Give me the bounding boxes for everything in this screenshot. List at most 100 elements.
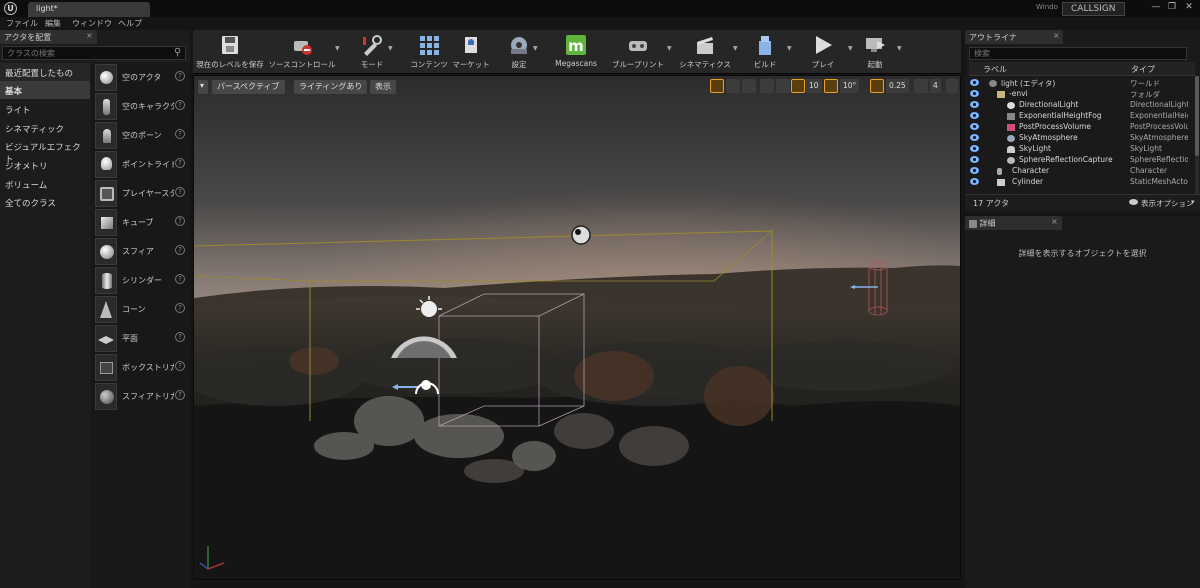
actor-item-point-light[interactable]: ポイントライト ? — [91, 150, 190, 179]
help-icon[interactable]: ? — [175, 390, 185, 400]
marketplace-button[interactable]: マーケット — [451, 30, 491, 74]
close-icon[interactable]: × — [86, 31, 93, 40]
chevron-down-icon[interactable]: ▾ — [1191, 198, 1195, 206]
scrollbar-thumb[interactable] — [1195, 76, 1199, 156]
help-icon[interactable]: ? — [175, 303, 185, 313]
type-column-header[interactable]: タイプ — [1131, 64, 1155, 75]
lit-mode-button[interactable]: ライティングあり — [294, 80, 368, 94]
show-button[interactable]: 表示 — [370, 80, 396, 94]
translate-icon[interactable] — [710, 79, 724, 93]
actor-item-sphere-trigger[interactable]: スフィアトリガー ? — [91, 382, 190, 411]
world-outliner-tab[interactable]: アウトライナ × — [965, 30, 1063, 44]
grid-snap-value[interactable]: 10 — [806, 79, 822, 93]
help-icon[interactable]: ? — [175, 158, 185, 168]
close-icon[interactable]: × — [1053, 31, 1060, 40]
chevron-down-icon[interactable]: ▼ — [787, 45, 794, 52]
level-viewport[interactable]: ▾ パースペクティブ ライティングあり 表示 10 10° 0.25 4 — [193, 75, 961, 580]
visibility-eye-icon[interactable] — [970, 101, 979, 108]
category-lights[interactable]: ライト — [0, 100, 90, 118]
visibility-eye-icon[interactable] — [970, 178, 979, 185]
outliner-row[interactable]: SphereReflectionCapture SphereReflection… — [965, 155, 1200, 166]
menu-edit[interactable]: 編集 — [45, 18, 61, 29]
settings-button[interactable]: 設定 — [501, 30, 537, 74]
place-actors-tab[interactable]: アクタを配置 × — [0, 30, 97, 44]
play-button[interactable]: プレイ — [803, 30, 843, 74]
maximize-button[interactable]: ❐ — [1166, 2, 1178, 12]
details-tab[interactable]: 詳細 × — [965, 216, 1062, 230]
category-geometry[interactable]: ジオメトリ — [0, 156, 90, 174]
actor-item-cylinder[interactable]: シリンダー ? — [91, 266, 190, 295]
search-icon[interactable]: ⚲ — [174, 47, 186, 59]
help-icon[interactable]: ? — [175, 187, 185, 197]
category-all-classes[interactable]: 全てのクラス — [0, 193, 90, 211]
class-search-input[interactable] — [2, 46, 186, 60]
help-icon[interactable]: ? — [175, 274, 185, 284]
outliner-search-input[interactable] — [969, 47, 1187, 60]
outliner-row[interactable]: SkyLight SkyLight — [965, 144, 1200, 155]
outliner-scrollbar[interactable] — [1195, 76, 1199, 194]
label-column-header[interactable]: ラベル — [983, 64, 1007, 75]
chevron-down-icon[interactable]: ▼ — [388, 45, 395, 52]
actor-item-sphere[interactable]: スフィア ? — [91, 237, 190, 266]
chevron-down-icon[interactable]: ▼ — [335, 45, 342, 52]
actor-item-plane[interactable]: 平面 ? — [91, 324, 190, 353]
actor-item-empty-actor[interactable]: 空のアクタ ? — [91, 63, 190, 92]
chevron-down-icon[interactable]: ▼ — [667, 45, 674, 52]
grid-snap-icon[interactable] — [791, 79, 805, 93]
source-control-button[interactable]: ソースコントロール — [267, 30, 337, 74]
chevron-down-icon[interactable]: ▼ — [848, 45, 855, 52]
scale-snap-icon[interactable] — [870, 79, 884, 93]
menu-window[interactable]: ウィンドウ — [72, 18, 112, 29]
minimize-button[interactable]: — — [1150, 2, 1162, 12]
modes-button[interactable]: モード — [351, 30, 393, 74]
outliner-row[interactable]: ExponentialHeightFog ExponentialHeightFo… — [965, 111, 1200, 122]
visibility-eye-icon[interactable] — [970, 112, 979, 119]
viewport-scene[interactable] — [194, 76, 961, 580]
viewport-options-button[interactable]: ▾ — [198, 80, 208, 94]
camera-speed-icon[interactable] — [914, 79, 928, 93]
perspective-button[interactable]: パースペクティブ — [212, 80, 285, 94]
help-icon[interactable]: ? — [175, 71, 185, 81]
visibility-eye-icon[interactable] — [970, 167, 979, 174]
visibility-eye-icon[interactable] — [970, 79, 979, 86]
visibility-eye-icon[interactable] — [970, 134, 979, 141]
outliner-row[interactable]: -envi フォルダ — [965, 89, 1200, 100]
chevron-down-icon[interactable]: ▼ — [733, 45, 740, 52]
actor-item-player-start[interactable]: プレイヤースタート ? — [91, 179, 190, 208]
maximize-viewport-icon[interactable] — [946, 79, 958, 93]
rotation-snap-icon[interactable] — [824, 79, 838, 93]
document-tab[interactable]: light* — [28, 2, 150, 17]
menu-file[interactable]: ファイル — [6, 18, 38, 29]
help-icon[interactable]: ? — [175, 245, 185, 255]
actor-item-box-trigger[interactable]: ボックストリガー ? — [91, 353, 190, 382]
outliner-row[interactable]: PostProcessVolume PostProcessVolume — [965, 122, 1200, 133]
help-icon[interactable]: ? — [175, 216, 185, 226]
scale-icon[interactable] — [742, 79, 756, 93]
view-options-button[interactable]: 表示オプション — [1141, 198, 1194, 209]
close-window-button[interactable]: ✕ — [1183, 2, 1195, 12]
outliner-row[interactable]: SkyAtmosphere SkyAtmosphere — [965, 133, 1200, 144]
outliner-row[interactable]: DirectionalLight DirectionalLight — [965, 100, 1200, 111]
visibility-eye-icon[interactable] — [970, 90, 979, 97]
visibility-eye-icon[interactable] — [970, 156, 979, 163]
category-recent[interactable]: 最近配置したもの — [0, 63, 90, 81]
camera-speed-value[interactable]: 4 — [930, 79, 941, 93]
category-volumes[interactable]: ボリューム — [0, 175, 90, 193]
category-visual-effects[interactable]: ビジュアルエフェクト — [0, 137, 90, 165]
outliner-row[interactable]: Cylinder StaticMeshActor — [965, 177, 1200, 188]
actor-item-empty-pawn[interactable]: 空のポーン ? — [91, 121, 190, 150]
chevron-down-icon[interactable]: ▼ — [533, 45, 540, 52]
help-icon[interactable]: ? — [175, 361, 185, 371]
actor-item-cube[interactable]: キューブ ? — [91, 208, 190, 237]
save-level-button[interactable]: 現在のレベルを保存 — [196, 30, 264, 74]
help-icon[interactable]: ? — [175, 129, 185, 139]
category-basic[interactable]: 基本 — [0, 81, 90, 99]
surface-snap-icon[interactable] — [776, 79, 790, 93]
help-icon[interactable]: ? — [175, 332, 185, 342]
megascans-button[interactable]: m Megascans — [551, 30, 601, 74]
content-button[interactable]: コンテンツ — [407, 30, 451, 74]
scale-snap-value[interactable]: 0.25 — [886, 79, 909, 93]
visibility-eye-icon[interactable] — [970, 145, 979, 152]
outliner-row[interactable]: light (エディタ) ワールド — [965, 78, 1200, 89]
help-icon[interactable]: ? — [175, 100, 185, 110]
